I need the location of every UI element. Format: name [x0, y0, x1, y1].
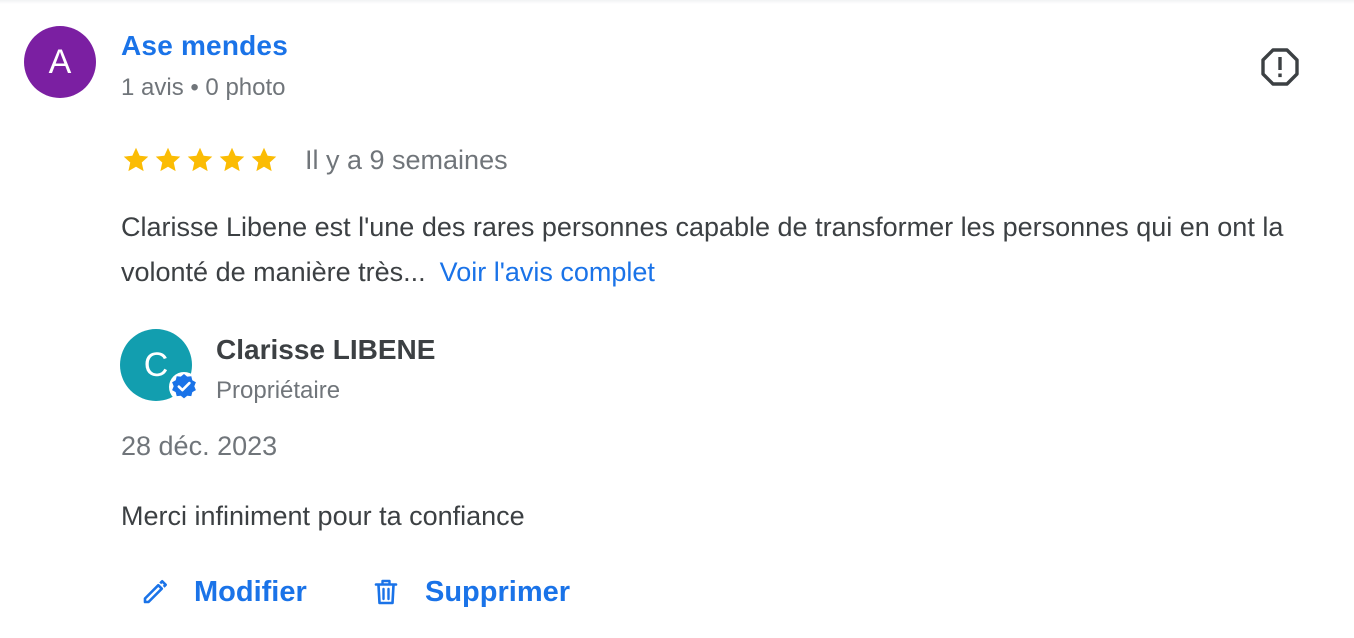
report-review-button[interactable]	[1258, 45, 1302, 89]
rating-row: Il y a 9 semaines	[121, 143, 508, 177]
pencil-icon	[143, 580, 167, 604]
edit-reply-button[interactable]: Modifier	[140, 570, 307, 614]
reply-text: Merci infiniment pour ta confiance	[121, 501, 525, 531]
delete-label: Supprimer	[425, 575, 571, 608]
review-text: Clarisse Libene est l'une des rares pers…	[121, 205, 1331, 295]
star-rating	[121, 145, 279, 175]
star-icon	[123, 147, 149, 172]
review-time: Il y a 9 semaines	[305, 144, 508, 175]
review-card: A Ase mendes 1 avis • 0 photo Il y a 9 s…	[0, 0, 1354, 638]
reviewer-initial: A	[48, 42, 72, 81]
reviewer-name-link[interactable]: Ase mendes	[121, 30, 288, 62]
owner-name: Clarisse LIBENE	[216, 334, 436, 365]
reviewer-avatar[interactable]: A	[24, 26, 96, 98]
star-icon	[155, 147, 181, 172]
delete-reply-button[interactable]: Supprimer	[371, 570, 570, 614]
edit-label: Modifier	[194, 575, 307, 608]
owner-initial: C	[143, 345, 169, 384]
star-icon	[187, 147, 213, 172]
reply-date: 28 déc. 2023	[121, 431, 278, 461]
owner-role: Propriétaire	[216, 377, 341, 404]
verified-icon	[169, 372, 199, 402]
review-body: Clarisse Libene est l'une des rares pers…	[121, 212, 1284, 287]
top-divider	[0, 0, 1354, 4]
star-icon	[219, 147, 245, 172]
read-full-review-link[interactable]: Voir l'avis complet	[440, 257, 655, 287]
reviewer-meta: 1 avis • 0 photo	[121, 74, 286, 101]
report-icon	[1261, 48, 1299, 86]
trash-icon	[374, 579, 398, 605]
star-icon	[251, 147, 277, 172]
